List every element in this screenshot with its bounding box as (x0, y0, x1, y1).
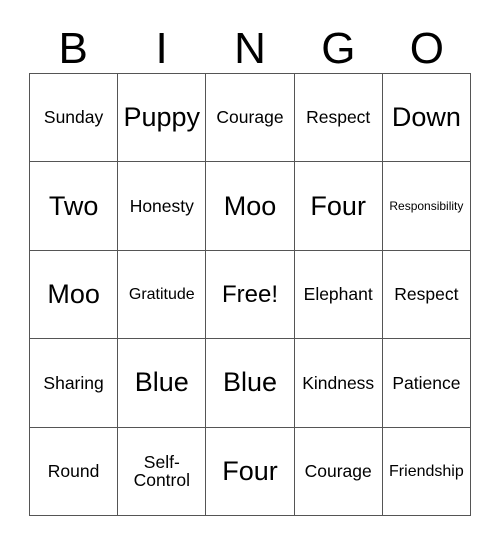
bingo-cell-label: Moo (223, 190, 277, 221)
bingo-cell[interactable]: Respect (382, 250, 471, 340)
bingo-cell[interactable]: Moo (30, 250, 119, 340)
bingo-cell-label: Honesty (129, 195, 194, 216)
header-letter-i: I (155, 24, 168, 73)
bingo-cell-label: Two (48, 190, 99, 221)
bingo-cell[interactable]: Moo (206, 162, 295, 251)
header-letter-n: N (234, 24, 266, 73)
bingo-cell[interactable]: Kindness (294, 339, 383, 428)
bingo-cell[interactable]: Two (30, 162, 119, 251)
bingo-cell[interactable]: Blue (206, 339, 295, 428)
bingo-cell-label: Kindness (302, 372, 375, 393)
bingo-cell[interactable]: Respect (294, 74, 383, 163)
bingo-cell[interactable]: Patience (382, 339, 471, 428)
bingo-cell-label: Friendship (389, 462, 464, 480)
bingo-cell[interactable]: Courage (294, 427, 383, 516)
bingo-cell[interactable]: Friendship (382, 427, 471, 516)
bingo-cell[interactable]: Blue (118, 339, 207, 428)
bingo-cell[interactable]: Sharing (30, 339, 119, 428)
bingo-cell[interactable]: Gratitude (118, 250, 207, 340)
bingo-cell-label: Down (391, 102, 461, 133)
bingo-cell-label: Sunday (43, 107, 104, 128)
bingo-header-row: B I N G O (29, 14, 471, 73)
bingo-cell-label: Four (310, 190, 366, 221)
bingo-cell-label: Gratitude (128, 285, 195, 303)
bingo-card: B I N G O Sunday Puppy Courage Respect D… (0, 0, 500, 544)
bingo-cell-label: Four (222, 455, 278, 486)
bingo-cell-label: Round (47, 460, 100, 481)
bingo-cell-label: Courage (304, 460, 372, 481)
bingo-cell[interactable]: Sunday (30, 74, 119, 163)
header-letter-g: G (321, 24, 356, 73)
header-letter-b: B (58, 24, 88, 73)
bingo-grid: Sunday Puppy Courage Respect Down Two Ho… (29, 73, 471, 516)
bingo-cell-label: Blue (134, 367, 189, 398)
bingo-cell[interactable]: Puppy (118, 74, 207, 163)
bingo-cell-label: Puppy (123, 102, 201, 133)
bingo-cell-label: Blue (222, 367, 278, 398)
bingo-cell-label: Sharing (43, 372, 104, 393)
bingo-cell[interactable]: Responsibility (382, 162, 471, 251)
bingo-cell-label: Responsibility (389, 198, 464, 213)
bingo-cell[interactable]: Honesty (118, 162, 207, 251)
bingo-cell[interactable]: Elephant (294, 250, 383, 340)
bingo-cell-label: Elephant (303, 284, 373, 305)
bingo-cell[interactable]: Four (294, 162, 383, 251)
bingo-cell[interactable]: Four (206, 427, 295, 516)
bingo-cell[interactable]: Self- Control (118, 427, 207, 516)
bingo-cell[interactable]: Round (30, 427, 119, 516)
bingo-cell-label: Moo (47, 279, 100, 310)
bingo-cell[interactable]: Courage (206, 74, 295, 163)
bingo-cell-label: Courage (216, 107, 284, 128)
bingo-cell-label: Respect (394, 284, 459, 305)
bingo-cell-label: Free! (221, 280, 278, 308)
bingo-cell-label: Respect (306, 107, 371, 128)
bingo-cell-label: Self- Control (133, 451, 190, 491)
bingo-cell-free[interactable]: Free! (206, 250, 295, 340)
header-letter-o: O (409, 24, 444, 73)
bingo-cell-label: Patience (392, 372, 461, 393)
bingo-cell[interactable]: Down (382, 74, 471, 163)
